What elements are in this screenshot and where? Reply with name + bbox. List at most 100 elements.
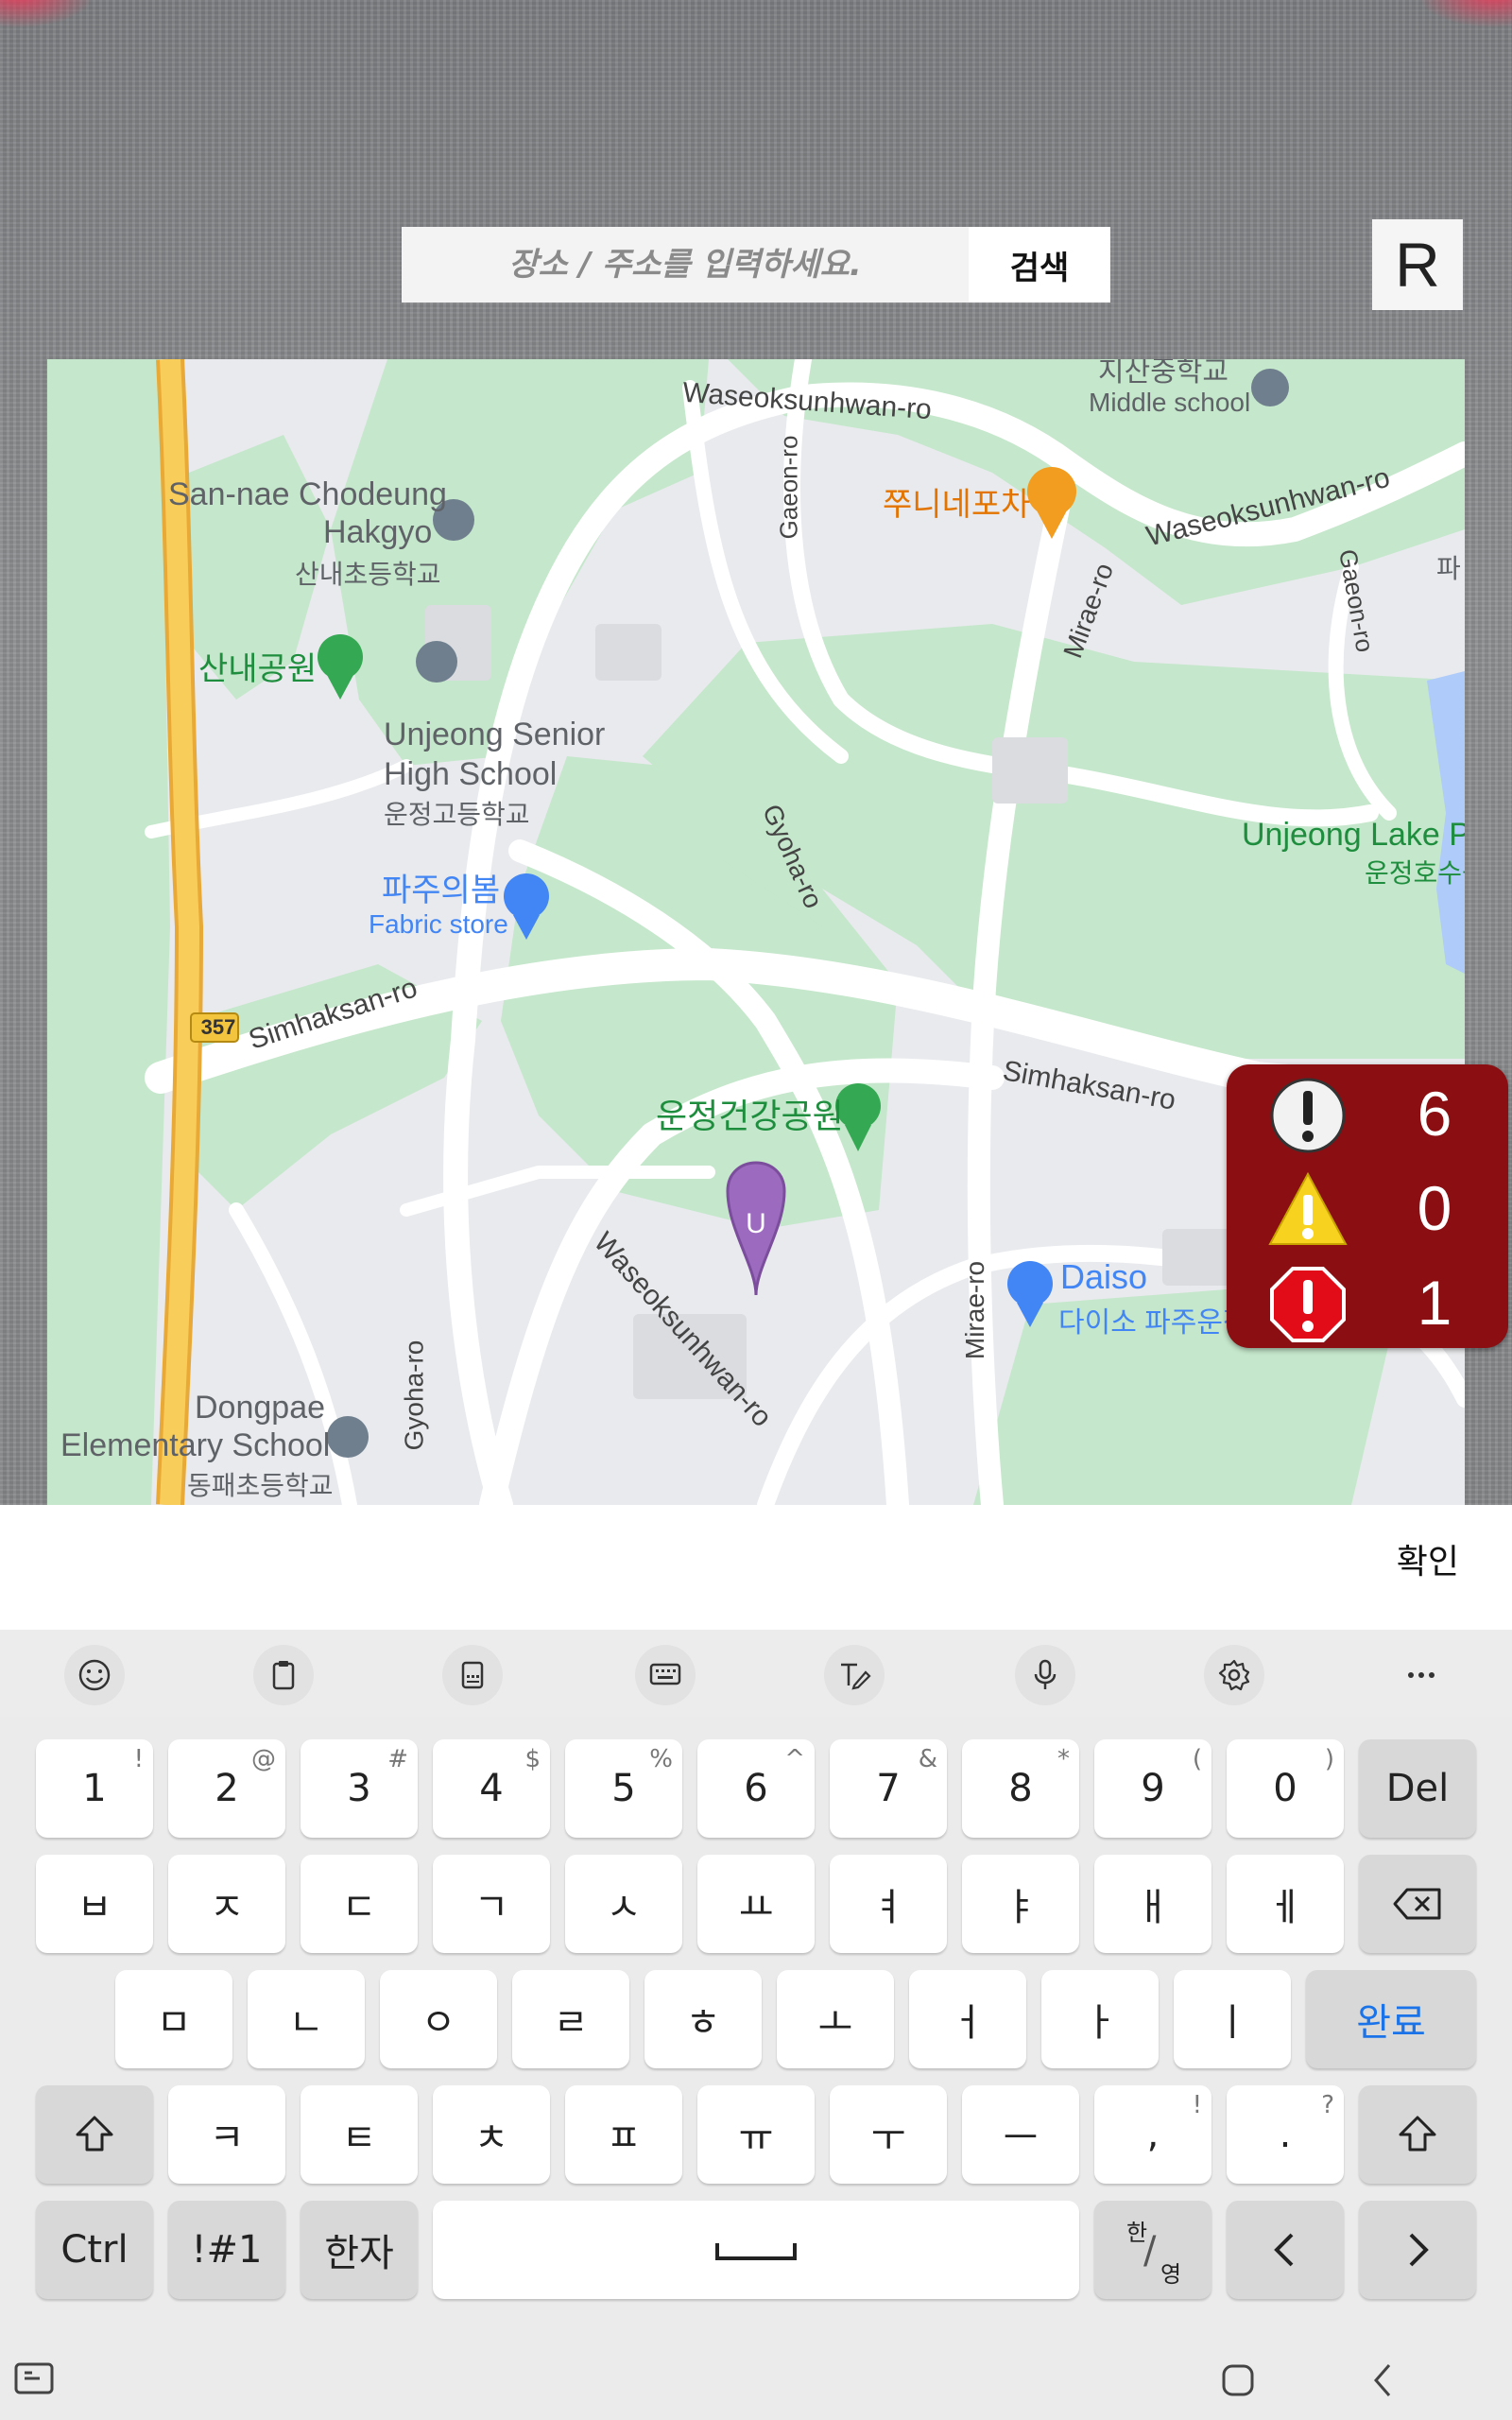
- alert-panel[interactable]: 6 0 1: [1227, 1064, 1508, 1348]
- map-label-road: Gaeon-ro: [774, 435, 803, 540]
- more-options-icon[interactable]: [1391, 1645, 1452, 1705]
- delete-key[interactable]: Del: [1359, 1739, 1476, 1838]
- map-label-road: Gyoha-ro: [399, 1340, 429, 1451]
- user-marker[interactable]: U: [728, 1208, 784, 1240]
- key-5[interactable]: % 5: [565, 1739, 682, 1838]
- reset-button[interactable]: R: [1372, 219, 1463, 310]
- map-label-store: Fabric store: [369, 909, 508, 939]
- ctrl-key[interactable]: Ctrl: [36, 2201, 153, 2299]
- key-u[interactable]: ㅜ: [830, 2085, 947, 2184]
- space-icon: [715, 2243, 797, 2260]
- settings-gear-icon[interactable]: [1204, 1645, 1264, 1705]
- map-label-park: 산내공원: [198, 651, 318, 687]
- warning-count: 0: [1417, 1173, 1452, 1243]
- map-label-park: 운정호수공: [1365, 858, 1465, 888]
- shift-right-key[interactable]: [1359, 2085, 1476, 2184]
- key-ya[interactable]: ㅑ: [962, 1855, 1079, 1953]
- key-a[interactable]: ㅏ: [1041, 1970, 1159, 2068]
- key-s[interactable]: ㅅ: [565, 1855, 682, 1953]
- navigation-bar: [0, 2341, 1512, 2420]
- key-ng[interactable]: ㅇ: [380, 1970, 497, 2068]
- error-octagon-icon: [1270, 1267, 1346, 1342]
- cursor-left-key[interactable]: [1227, 2201, 1344, 2299]
- keyboard-mode-icon[interactable]: [635, 1645, 696, 1705]
- map-label-school-en: Middle school: [1089, 388, 1251, 417]
- home-icon[interactable]: [1219, 2361, 1257, 2399]
- key-yeo[interactable]: ㅕ: [830, 1855, 947, 1953]
- backspace-icon: [1393, 1888, 1441, 1920]
- map-label-school-en: High School: [384, 756, 558, 792]
- search-button[interactable]: 검색: [969, 227, 1110, 302]
- key-yo[interactable]: ㅛ: [697, 1855, 815, 1953]
- key-2[interactable]: @2: [168, 1739, 285, 1838]
- symbols-key[interactable]: !#1: [168, 2201, 285, 2299]
- map-label-school-kr: 운정고등학교: [384, 800, 530, 829]
- key-4[interactable]: $4: [433, 1739, 550, 1838]
- search-bar: 검색: [402, 227, 1110, 302]
- hanja-key[interactable]: 한자: [301, 2201, 418, 2299]
- map-label-school-kr: 동패초등학교: [187, 1471, 334, 1500]
- map-label-school-en: San-nae Chodeung: [168, 476, 447, 512]
- key-t[interactable]: ㅌ: [301, 2085, 418, 2184]
- key-h[interactable]: ㅎ: [644, 1970, 762, 2068]
- key-7[interactable]: & 7: [830, 1739, 947, 1838]
- key-n[interactable]: ㄴ: [248, 1970, 365, 2068]
- map-label-restaurant: 쭈니네포차: [883, 487, 1031, 523]
- key-j[interactable]: ㅈ: [168, 1855, 285, 1953]
- lang-english-label: 영: [1160, 2261, 1182, 2288]
- map-label-school-en: Dongpae: [195, 1390, 326, 1426]
- confirm-button[interactable]: 확인: [1391, 1533, 1465, 1584]
- info-alert-row[interactable]: 6: [1227, 1064, 1508, 1159]
- key-eu[interactable]: ㅡ: [962, 2085, 1079, 2184]
- key-ae[interactable]: ㅐ: [1094, 1855, 1211, 1953]
- key-g[interactable]: ㄱ: [433, 1855, 550, 1953]
- keyboard-hide-icon[interactable]: [13, 2361, 55, 2399]
- lang-divider: /: [1143, 2229, 1157, 2273]
- shift-icon: [76, 2116, 113, 2152]
- key-o[interactable]: ㅗ: [777, 1970, 894, 2068]
- shift-left-key[interactable]: [36, 2085, 153, 2184]
- keyboard-toolbar: [0, 1630, 1512, 1717]
- error-alert-row[interactable]: 1: [1227, 1253, 1508, 1348]
- key-k[interactable]: ㅋ: [168, 2085, 285, 2184]
- key-d[interactable]: ㄷ: [301, 1855, 418, 1953]
- map-label-school-kr: 산내초등학교: [295, 560, 441, 589]
- space-key[interactable]: [433, 2201, 1079, 2299]
- key-r[interactable]: ㄹ: [512, 1970, 629, 2068]
- top-right-glow: [1418, 0, 1512, 28]
- key-b[interactable]: ㅂ: [36, 1855, 153, 1953]
- emoji-icon[interactable]: [64, 1645, 125, 1705]
- key-yu[interactable]: ㅠ: [697, 2085, 815, 2184]
- cursor-right-key[interactable]: [1359, 2201, 1476, 2299]
- key-8[interactable]: * 8: [962, 1739, 1079, 1838]
- key-1[interactable]: ! 1: [36, 1739, 153, 1838]
- handwriting-icon[interactable]: [824, 1645, 885, 1705]
- comma-key[interactable]: !,: [1094, 2085, 1211, 2184]
- back-icon[interactable]: [1368, 2361, 1397, 2399]
- language-switch-key[interactable]: 한 / 영: [1094, 2201, 1211, 2299]
- error-count: 1: [1417, 1268, 1452, 1338]
- key-p[interactable]: ㅍ: [565, 2085, 682, 2184]
- warning-alert-row[interactable]: 0: [1227, 1159, 1508, 1253]
- done-key[interactable]: 완료: [1306, 1970, 1476, 2068]
- key-ch[interactable]: ㅊ: [433, 2085, 550, 2184]
- key-9[interactable]: (9: [1094, 1739, 1211, 1838]
- one-handed-keyboard-icon[interactable]: [442, 1645, 503, 1705]
- key-eo[interactable]: ㅓ: [909, 1970, 1026, 2068]
- key-i[interactable]: ㅣ: [1174, 1970, 1291, 2068]
- map-label-store: 다이소 파주운정: [1058, 1307, 1249, 1339]
- key-m[interactable]: ㅁ: [115, 1970, 232, 2068]
- map-label-school-en: Hakgyo: [323, 514, 433, 550]
- search-input[interactable]: [402, 227, 969, 302]
- key-6[interactable]: ^ 6: [697, 1739, 815, 1838]
- backspace-key[interactable]: [1359, 1855, 1476, 1953]
- map-label-school-en: Elementary School: [60, 1427, 331, 1463]
- key-3[interactable]: #3: [301, 1739, 418, 1838]
- map-label-school-en: Unjeong Senior: [384, 717, 606, 752]
- microphone-icon[interactable]: [1015, 1645, 1075, 1705]
- key-0[interactable]: ) 0: [1227, 1739, 1344, 1838]
- map-label-park: Unjeong Lake Pa: [1242, 817, 1465, 853]
- clipboard-icon[interactable]: [253, 1645, 314, 1705]
- period-key[interactable]: ?.: [1227, 2085, 1344, 2184]
- key-e[interactable]: ㅔ: [1227, 1855, 1344, 1953]
